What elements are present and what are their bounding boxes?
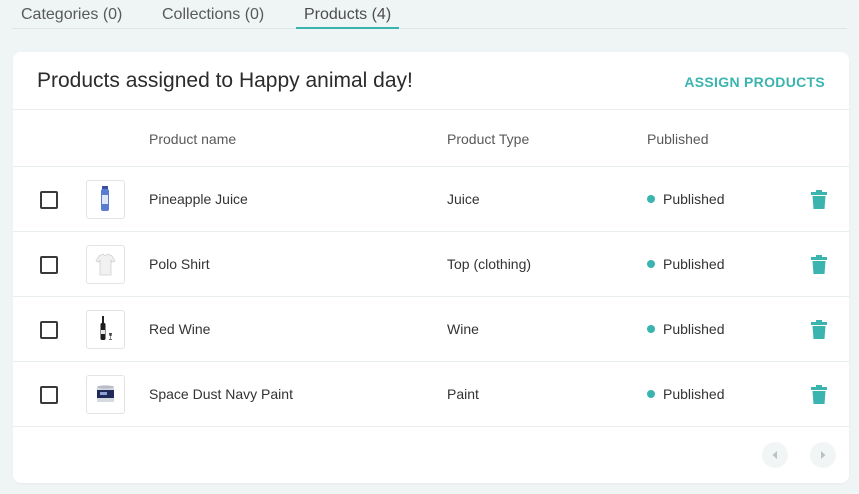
published-status: Published (663, 256, 725, 272)
juice-bottle-icon (86, 180, 125, 219)
assigned-products-card: Products assigned to Happy animal day! A… (13, 52, 849, 483)
row-checkbox[interactable] (40, 321, 58, 339)
next-page-button[interactable] (810, 442, 836, 468)
product-type: Top (clothing) (447, 256, 532, 272)
published-status: Published (663, 386, 725, 402)
column-header-product-type[interactable]: Product Type (447, 131, 529, 147)
table-row[interactable]: Space Dust Navy Paint Paint Published (13, 362, 849, 427)
product-type: Wine (447, 321, 479, 337)
tab-categories[interactable]: Categories (0) (21, 6, 122, 29)
published-status: Published (663, 321, 725, 337)
product-name[interactable]: Pineapple Juice (149, 191, 248, 207)
delete-trash-icon[interactable] (811, 255, 827, 279)
table-header: Product name Product Type Published (13, 109, 849, 167)
delete-trash-icon[interactable] (811, 190, 827, 214)
delete-trash-icon[interactable] (811, 320, 827, 344)
product-type: Paint (447, 386, 479, 402)
table-row[interactable]: Polo Shirt Top (clothing) Published (13, 232, 849, 297)
product-name[interactable]: Space Dust Navy Paint (149, 386, 293, 402)
column-header-published[interactable]: Published (647, 131, 709, 147)
assign-products-button[interactable]: ASSIGN PRODUCTS (684, 74, 825, 90)
published-status: Published (663, 191, 725, 207)
row-checkbox[interactable] (40, 256, 58, 274)
published-status-dot (647, 390, 655, 398)
previous-page-button[interactable] (762, 442, 788, 468)
delete-trash-icon[interactable] (811, 385, 827, 409)
published-status-dot (647, 325, 655, 333)
published-status-dot (647, 260, 655, 268)
chevron-right-icon (821, 451, 826, 459)
row-checkbox[interactable] (40, 386, 58, 404)
tab-products[interactable]: Products (4) (296, 6, 400, 29)
published-status-dot (647, 195, 655, 203)
shirt-icon (86, 245, 125, 284)
chevron-left-icon (772, 451, 777, 459)
wine-bottle-icon (86, 310, 125, 349)
product-type: Juice (447, 191, 480, 207)
product-name[interactable]: Red Wine (149, 321, 210, 337)
table-row[interactable]: Pineapple Juice Juice Published (13, 167, 849, 232)
row-checkbox[interactable] (40, 191, 58, 209)
column-header-product-name[interactable]: Product name (149, 131, 236, 147)
tab-bar: Categories (0) Collections (0) Products … (12, 0, 847, 29)
product-name[interactable]: Polo Shirt (149, 256, 210, 272)
tab-collections[interactable]: Collections (0) (162, 6, 264, 29)
card-title: Products assigned to Happy animal day! (37, 69, 413, 92)
paint-can-icon (86, 375, 125, 414)
table-row[interactable]: Red Wine Wine Published (13, 297, 849, 362)
